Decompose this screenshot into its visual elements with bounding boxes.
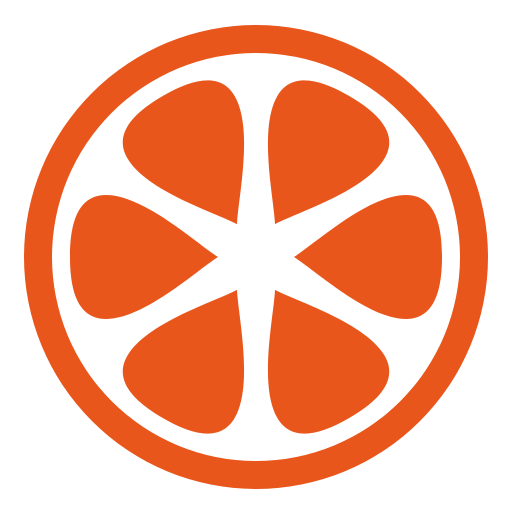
orange-slice-icon xyxy=(0,0,512,512)
app-icon-canvas xyxy=(0,0,512,512)
